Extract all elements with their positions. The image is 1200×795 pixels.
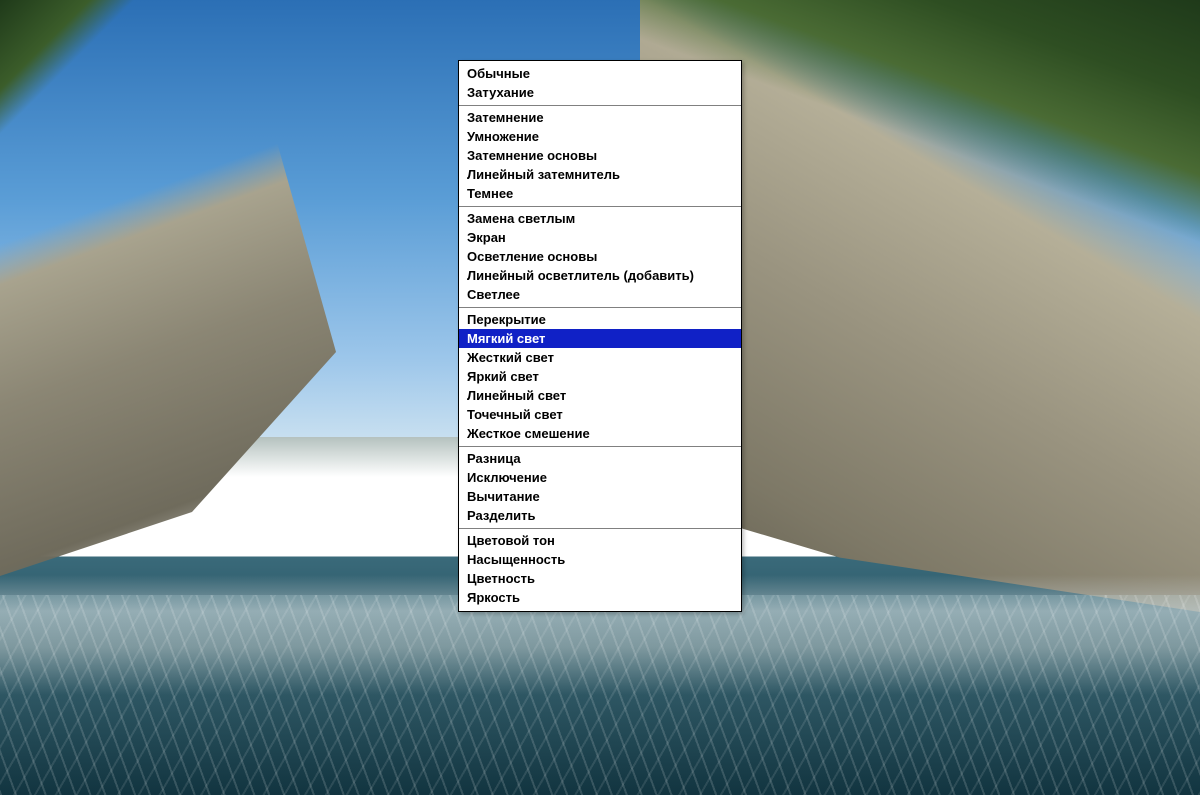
blend-mode-option[interactable]: Исключение — [459, 468, 741, 487]
blend-mode-option[interactable]: Насыщенность — [459, 550, 741, 569]
menu-group: ПерекрытиеМягкий светЖесткий светЯркий с… — [459, 308, 741, 447]
blend-mode-option[interactable]: Разделить — [459, 506, 741, 525]
blend-mode-option[interactable]: Осветление основы — [459, 247, 741, 266]
background-waves — [0, 595, 1200, 795]
blend-mode-option[interactable]: Затемнение основы — [459, 146, 741, 165]
blend-mode-option[interactable]: Жесткий свет — [459, 348, 741, 367]
blend-mode-option[interactable]: Темнее — [459, 184, 741, 203]
blend-mode-option[interactable]: Яркость — [459, 588, 741, 607]
blend-mode-option[interactable]: Перекрытие — [459, 310, 741, 329]
blend-mode-option[interactable]: Цветовой тон — [459, 531, 741, 550]
menu-group: Замена светлымЭкранОсветление основыЛине… — [459, 207, 741, 308]
blend-mode-option[interactable]: Разница — [459, 449, 741, 468]
menu-group: ЗатемнениеУмножениеЗатемнение основыЛине… — [459, 106, 741, 207]
menu-group: ОбычныеЗатухание — [459, 62, 741, 106]
blend-mode-option[interactable]: Умножение — [459, 127, 741, 146]
blend-mode-option[interactable]: Светлее — [459, 285, 741, 304]
blend-mode-option[interactable]: Затемнение — [459, 108, 741, 127]
blend-mode-option[interactable]: Вычитание — [459, 487, 741, 506]
blend-mode-option[interactable]: Затухание — [459, 83, 741, 102]
blend-mode-dropdown-menu[interactable]: ОбычныеЗатуханиеЗатемнениеУмножениеЗатем… — [458, 60, 742, 612]
menu-group: РазницаИсключениеВычитаниеРазделить — [459, 447, 741, 529]
blend-mode-option[interactable]: Жесткое смешение — [459, 424, 741, 443]
blend-mode-option[interactable]: Экран — [459, 228, 741, 247]
blend-mode-option[interactable]: Точечный свет — [459, 405, 741, 424]
blend-mode-option[interactable]: Линейный свет — [459, 386, 741, 405]
blend-mode-option[interactable]: Яркий свет — [459, 367, 741, 386]
blend-mode-option[interactable]: Линейный осветлитель (добавить) — [459, 266, 741, 285]
menu-group: Цветовой тонНасыщенностьЦветностьЯркость — [459, 529, 741, 610]
blend-mode-option[interactable]: Замена светлым — [459, 209, 741, 228]
blend-mode-option[interactable]: Обычные — [459, 64, 741, 83]
blend-mode-option[interactable]: Линейный затемнитель — [459, 165, 741, 184]
blend-mode-option[interactable]: Цветность — [459, 569, 741, 588]
blend-mode-option[interactable]: Мягкий свет — [459, 329, 741, 348]
